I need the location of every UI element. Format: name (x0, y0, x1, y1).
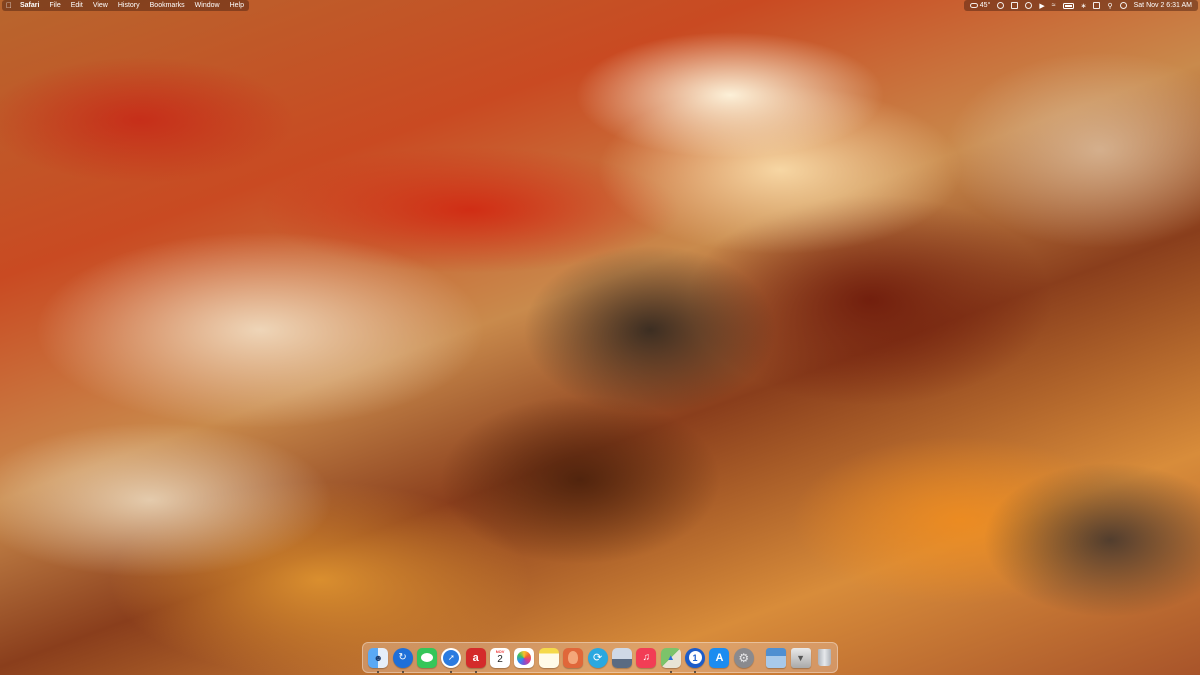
key-icon: 1 (688, 651, 702, 664)
dock-music[interactable]: ♫ (636, 647, 657, 668)
user-icon (1119, 2, 1127, 9)
dock-red-app[interactable]: a (465, 647, 486, 673)
cloud-icon (969, 3, 978, 8)
menu-bar-left:  Safari File Edit View History Bookmark… (2, 0, 249, 11)
dock-preview[interactable] (611, 647, 632, 668)
music-note-icon: ♫ (642, 652, 651, 663)
bluetooth-icon: ∗ (1080, 2, 1087, 10)
calendar-month: NOV (495, 648, 505, 654)
menu-view[interactable]: View (93, 2, 108, 9)
dock-finder[interactable]: ☻ (368, 647, 389, 673)
record-status[interactable] (997, 2, 1005, 9)
bluetooth-status[interactable]: ∗ (1081, 2, 1087, 10)
dock-notes[interactable] (538, 647, 559, 668)
app-menu[interactable]: Safari (20, 2, 39, 9)
weather-status[interactable]: 45° (969, 2, 991, 9)
volume-status[interactable]: ▶ (1039, 2, 1044, 10)
menu-help[interactable]: Help (230, 2, 244, 9)
dock-photos[interactable] (514, 647, 535, 668)
running-indicator (474, 670, 477, 673)
focus-status[interactable] (1025, 2, 1033, 9)
dock-1password[interactable]: 1 (685, 647, 706, 673)
dock-maps[interactable]: ▲ (660, 647, 681, 673)
dock-app-store[interactable]: A (709, 647, 730, 668)
a-letter-icon: a (472, 651, 479, 664)
dock-refresh-app[interactable]: ↻ (392, 647, 413, 673)
dock-system-settings[interactable]: ⚙ (733, 647, 754, 668)
battery-icon (1062, 2, 1074, 9)
speech-bubble-icon (420, 653, 433, 662)
clock[interactable]: Sat Nov 2 6:31 AM (1134, 2, 1192, 9)
speaker-icon: ▶ (1039, 2, 1045, 10)
control-center-status[interactable] (1093, 2, 1101, 9)
running-indicator (669, 670, 672, 673)
play-circle-icon (1025, 2, 1033, 9)
dock-calendar[interactable]: NOV 2 (490, 647, 511, 668)
dock-creature-app[interactable] (563, 647, 584, 668)
dock-desktop-stack[interactable] (766, 647, 787, 668)
search-icon: ⚲ (1107, 2, 1113, 10)
trash-icon (818, 649, 832, 666)
dock: ☻ ↻ ➚ a NOV 2 ⟳ ♫ ▲ 1 A ⚙ ▼ (362, 642, 838, 673)
app-store-icon: A (715, 651, 724, 664)
desktop-wallpaper:  Safari File Edit View History Bookmark… (0, 0, 1200, 675)
weather-temperature: 45° (979, 2, 991, 9)
menu-history[interactable]: History (118, 2, 140, 9)
compass-icon: ➚ (443, 649, 460, 666)
gear-icon: ⚙ (738, 650, 750, 665)
finder-icon: ☻ (373, 652, 383, 663)
menu-edit[interactable]: Edit (71, 2, 83, 9)
grid-icon (1011, 2, 1019, 9)
calendar-day: 2 (497, 654, 503, 665)
running-indicator (377, 670, 380, 673)
menu-bar:  Safari File Edit View History Bookmark… (0, 0, 1200, 11)
running-indicator (450, 670, 453, 673)
search-status[interactable]: ⚲ (1107, 2, 1112, 10)
menu-window[interactable]: Window (195, 2, 220, 9)
running-indicator (694, 670, 697, 673)
menu-file[interactable]: File (49, 2, 60, 9)
control-center-icon (1093, 2, 1101, 9)
running-indicator (401, 670, 404, 673)
apple-menu-icon[interactable]:  (6, 1, 12, 10)
wifi-status[interactable]: ≈ (1052, 2, 1056, 9)
dock-messages[interactable] (416, 647, 437, 668)
menu-bookmarks[interactable]: Bookmarks (150, 2, 185, 9)
dock-swirl-app[interactable]: ⟳ (587, 647, 608, 668)
record-icon (997, 2, 1005, 9)
menu-bar-right: 45° ▶ ≈ ∗ ⚲ Sat Nov 2 6:31 AM (963, 0, 1198, 11)
refresh-icon: ↻ (398, 652, 407, 663)
map-icon: ▲ (666, 653, 675, 662)
wifi-icon: ≈ (1051, 2, 1056, 9)
dock-downloads-stack[interactable]: ▼ (790, 647, 811, 668)
stats-status[interactable] (1011, 2, 1019, 9)
dock-safari[interactable]: ➚ (441, 647, 462, 673)
dock-trash[interactable] (815, 648, 835, 668)
downloads-icon: ▼ (796, 652, 806, 663)
user-status[interactable] (1119, 2, 1127, 9)
creature-icon (568, 651, 579, 664)
swirl-icon: ⟳ (592, 652, 603, 664)
battery-status[interactable] (1062, 2, 1074, 9)
flower-icon (517, 650, 532, 665)
